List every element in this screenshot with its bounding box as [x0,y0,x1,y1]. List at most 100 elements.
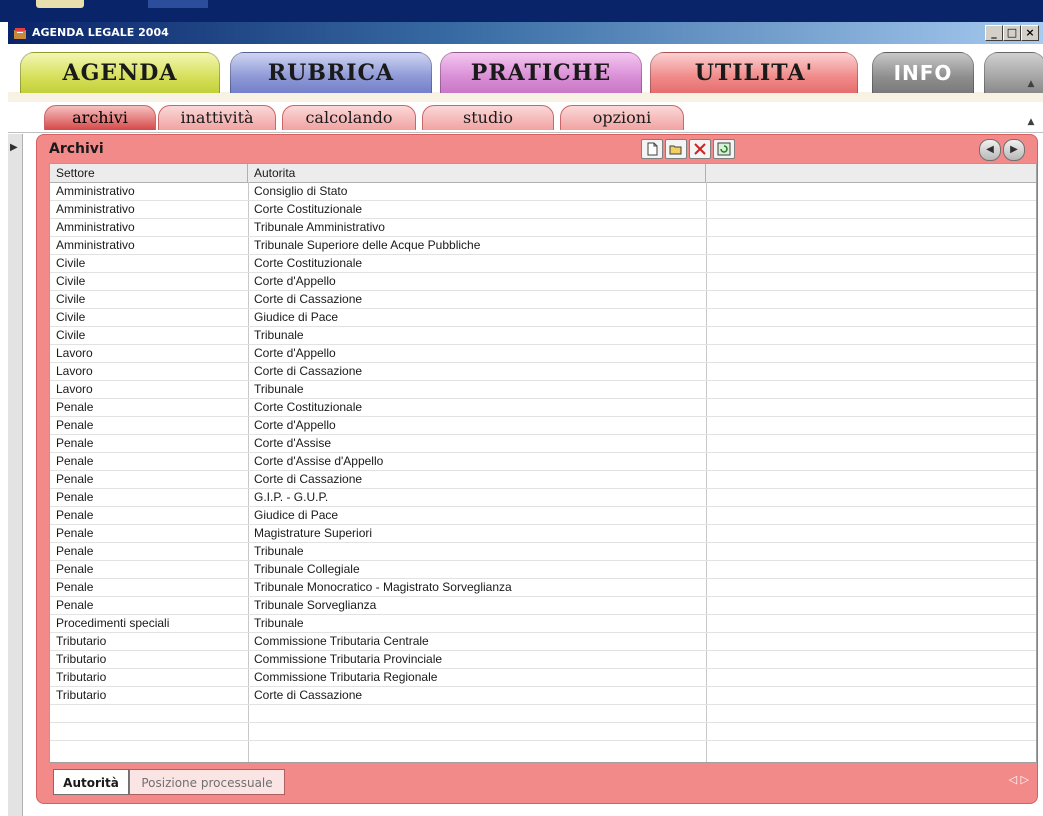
subtab-inattivita[interactable]: inattività [158,105,276,130]
bottom-tab-autorita[interactable]: Autorità [53,769,129,795]
panel-title: Archivi [49,141,104,157]
table-row[interactable]: Penale Corte Costituzionale [50,398,1036,417]
cell-settore [50,722,248,741]
cell-settore: Penale [50,470,248,489]
cell-settore: Civile [50,290,248,309]
refresh-icon[interactable] [713,139,735,159]
table-row[interactable]: Amministrativo Consiglio di Stato [50,183,1036,201]
table-row[interactable]: Penale Magistrature Superiori [50,524,1036,543]
cell-empty [706,236,1036,255]
new-icon[interactable] [641,139,663,159]
table-row[interactable]: Lavoro Tribunale [50,380,1036,399]
cell-empty [706,470,1036,489]
table-row[interactable]: Amministrativo Corte Costituzionale [50,200,1036,219]
table-row[interactable]: Penale G.I.P. - G.U.P. [50,488,1036,507]
app-window: AGENDA LEGALE 2004 _ □ × AGENDA RUBRICA … [8,22,1043,816]
cell-settore: Civile [50,272,248,291]
column-header-autorita[interactable]: Autorita [248,164,706,182]
table-row[interactable]: Civile Corte d'Appello [50,272,1036,291]
table-row[interactable]: Lavoro Corte d'Appello [50,344,1036,363]
maximize-button[interactable]: □ [1003,25,1021,41]
bottom-tab-scroll-icon[interactable]: ◁ ▷ [1009,773,1029,786]
table-row[interactable]: Penale Giudice di Pace [50,506,1036,525]
cell-settore: Penale [50,434,248,453]
table-row[interactable] [50,704,1036,723]
table-row[interactable]: Civile Corte Costituzionale [50,254,1036,273]
tab-rubrica[interactable]: RUBRICA [230,52,432,93]
cell-settore: Procedimenti speciali [50,614,248,633]
cell-autorita: Tribunale Sorveglianza [248,596,706,615]
table-row[interactable]: Penale Tribunale Collegiale [50,560,1036,579]
table-row[interactable]: Tributario Commissione Tributaria Provinc… [50,650,1036,669]
subtab-opzioni[interactable]: opzioni [560,105,684,130]
table-row[interactable]: Penale Corte d'Assise d'Appello [50,452,1036,471]
next-icon[interactable]: ▶ [1003,139,1025,161]
delete-icon[interactable] [689,139,711,159]
cell-empty [706,308,1036,327]
table-row[interactable]: Penale Corte d'Appello [50,416,1036,435]
subtab-calcolando[interactable]: calcolando [282,105,416,130]
table-row[interactable]: Amministrativo Tribunale Amministrativo [50,218,1036,237]
tab-scroll-up-icon[interactable]: ▲ [1024,78,1038,90]
cell-settore: Tributario [50,632,248,651]
subtab-studio[interactable]: studio [422,105,554,130]
cell-autorita [248,704,706,723]
expand-arrow-icon[interactable]: ▶ [10,142,18,153]
cell-empty [706,326,1036,345]
cell-autorita: Corte d'Assise d'Appello [248,452,706,471]
table-row[interactable]: Amministrativo Tribunale Superiore delle … [50,236,1036,255]
subtab-archivi[interactable]: archivi [44,105,156,130]
cell-autorita: Corte di Cassazione [248,362,706,381]
cell-empty [706,560,1036,579]
cell-autorita: Tribunale Amministrativo [248,218,706,237]
cell-autorita: Corte di Cassazione [248,470,706,489]
table-row[interactable]: Tributario Commissione Tributaria Regiona… [50,668,1036,687]
archivi-panel: Archivi ◀ ▶ Settore Autorita Amministrat… [36,134,1038,804]
previous-icon[interactable]: ◀ [979,139,1001,161]
cell-empty [706,362,1036,381]
left-collapse-gutter[interactable]: ▶ [8,134,23,816]
subtab-scroll-up-icon[interactable]: ▲ [1024,116,1038,128]
cell-settore: Amministrativo [50,236,248,255]
table-row[interactable]: Civile Giudice di Pace [50,308,1036,327]
table-row[interactable]: Lavoro Corte di Cassazione [50,362,1036,381]
desktop-top-strip [0,0,1043,22]
table-row[interactable]: Penale Corte d'Assise [50,434,1036,453]
column-header-settore[interactable]: Settore [50,164,248,182]
cell-settore: Penale [50,596,248,615]
cell-empty [706,488,1036,507]
cell-autorita: Consiglio di Stato [248,183,706,201]
cell-settore: Tributario [50,686,248,705]
tab-agenda[interactable]: AGENDA [20,52,220,93]
column-header-empty[interactable] [706,164,1036,182]
cell-autorita: Corte d'Appello [248,416,706,435]
cell-empty [706,578,1036,597]
table-row[interactable]: Penale Tribunale [50,542,1036,561]
tab-pratiche[interactable]: PRATICHE [440,52,642,93]
bottom-tab-posizione-processuale[interactable]: Posizione processuale [129,769,285,795]
cell-autorita: G.I.P. - G.U.P. [248,488,706,507]
cell-autorita: Corte d'Appello [248,344,706,363]
cell-settore: Penale [50,578,248,597]
table-row[interactable]: Penale Tribunale Sorveglianza [50,596,1036,615]
table-row[interactable]: Penale Corte di Cassazione [50,470,1036,489]
table-row[interactable] [50,722,1036,741]
table-row[interactable]: Civile Tribunale [50,326,1036,345]
tab-utilita[interactable]: UTILITA' [650,52,858,93]
cell-settore [50,704,248,723]
table-row[interactable]: Procedimenti speciali Tribunale [50,614,1036,633]
cell-settore: Amministrativo [50,200,248,219]
cell-empty [706,200,1036,219]
tab-info[interactable]: INFO [872,52,974,93]
cell-empty [706,218,1036,237]
minimize-button[interactable]: _ [985,25,1003,41]
table-row[interactable]: Tributario Commissione Tributaria Central… [50,632,1036,651]
cell-empty [706,722,1036,741]
cell-autorita: Commissione Tributaria Centrale [248,632,706,651]
close-button[interactable]: × [1021,25,1039,41]
table-row[interactable]: Tributario Corte di Cassazione [50,686,1036,705]
table-row[interactable]: Penale Tribunale Monocratico - Magistrato… [50,578,1036,597]
app-icon [14,28,26,39]
table-row[interactable]: Civile Corte di Cassazione [50,290,1036,309]
open-icon[interactable] [665,139,687,159]
